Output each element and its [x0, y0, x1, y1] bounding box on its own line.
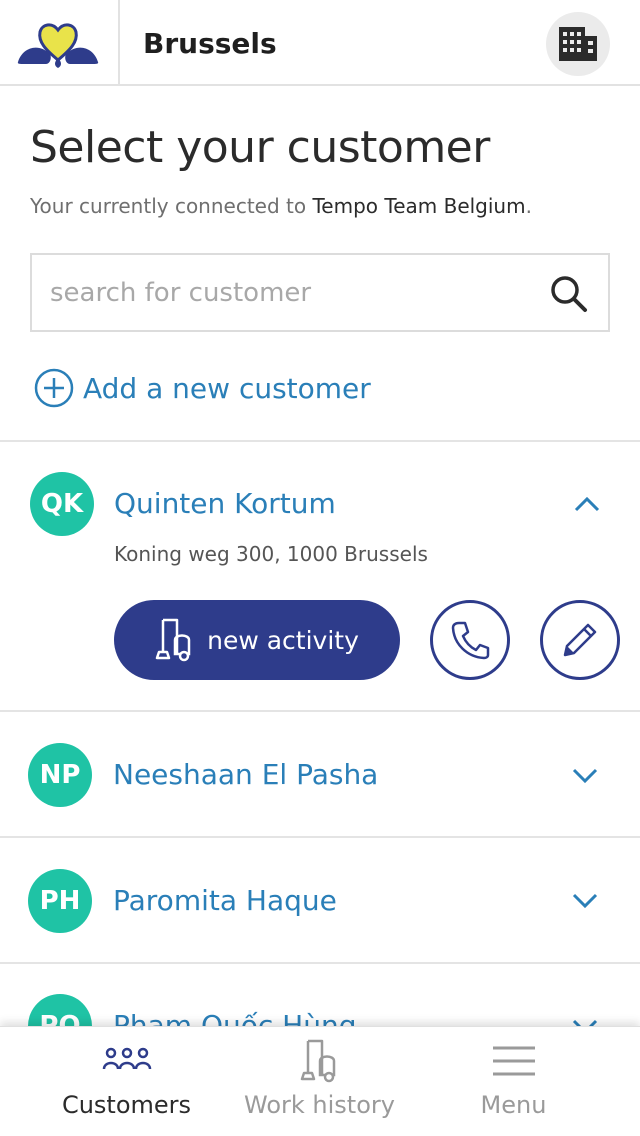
chevron-down-icon[interactable]	[570, 890, 600, 910]
customer-name[interactable]: Neeshaan El Pasha	[113, 758, 378, 791]
customer-name[interactable]: Paromita Haque	[113, 884, 337, 917]
customer-address: Koning weg 300, 1000 Brussels	[114, 542, 428, 566]
vacuum-icon	[155, 618, 191, 662]
app-header: Brussels	[0, 0, 640, 86]
page-title: Select your customer	[30, 122, 490, 173]
add-customer-button[interactable]: Add a new customer	[34, 366, 371, 410]
divider	[0, 836, 640, 838]
search-input[interactable]	[32, 255, 532, 330]
vacuum-icon	[300, 1039, 335, 1083]
search-icon[interactable]	[548, 273, 588, 313]
building-button[interactable]	[546, 12, 610, 76]
city-title: Brussels	[143, 27, 277, 60]
divider	[0, 710, 640, 712]
search-box	[30, 253, 610, 332]
nav-menu[interactable]: Menu	[407, 1027, 620, 1136]
customer-name[interactable]: Quinten Kortum	[114, 487, 336, 520]
chevron-up-icon[interactable]	[572, 494, 602, 514]
new-activity-button[interactable]: new activity	[114, 600, 400, 680]
nav-customers-label: Customers	[61, 1091, 192, 1119]
avatar: QK	[30, 472, 94, 536]
nav-work-history-label: Work history	[244, 1091, 395, 1119]
add-circle-icon	[34, 368, 74, 408]
building-icon	[559, 27, 597, 61]
chevron-down-icon[interactable]	[570, 765, 600, 785]
call-button[interactable]	[430, 600, 510, 680]
hamburger-icon	[492, 1046, 535, 1076]
connection-subtitle: Your currently connected to Tempo Team B…	[30, 194, 532, 218]
subtitle-prefix: Your currently connected to	[30, 194, 313, 218]
divider	[0, 440, 640, 442]
pencil-icon	[563, 623, 597, 657]
header-divider	[118, 0, 120, 84]
avatar: PH	[28, 869, 92, 933]
nav-menu-label: Menu	[480, 1091, 547, 1119]
organization-name: Tempo Team Belgium	[312, 194, 526, 218]
subtitle-suffix: .	[525, 194, 532, 218]
add-customer-label: Add a new customer	[83, 371, 371, 405]
phone-icon	[451, 621, 490, 660]
edit-button[interactable]	[540, 600, 620, 680]
bottom-navigation: Customers Work history Menu	[0, 1026, 640, 1136]
divider	[0, 962, 640, 964]
people-icon	[102, 1047, 151, 1070]
brand-logo	[16, 18, 100, 70]
new-activity-label: new activity	[207, 625, 359, 655]
nav-work-history[interactable]: Work history	[213, 1027, 426, 1136]
nav-customers[interactable]: Customers	[20, 1027, 233, 1136]
avatar: NP	[28, 743, 92, 807]
